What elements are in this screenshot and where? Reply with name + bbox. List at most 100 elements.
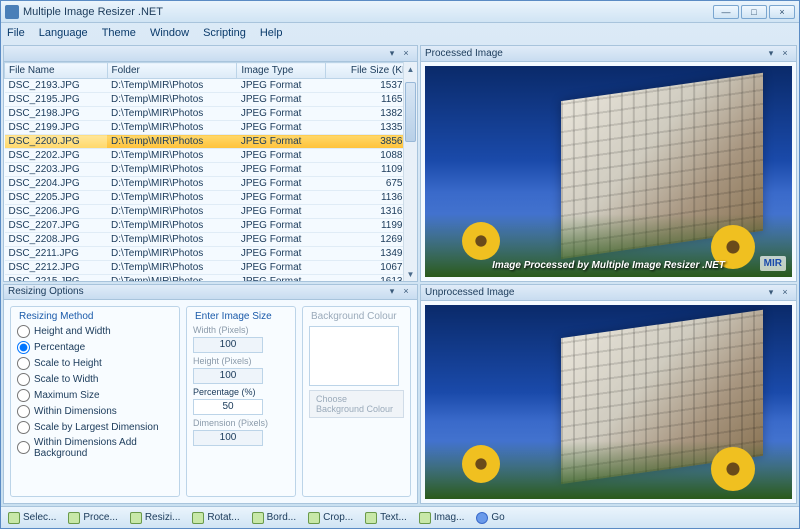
- content-area: ▾ × File Name Folder Image Type File Siz…: [1, 43, 799, 506]
- tab-icon: [308, 512, 320, 524]
- group-bg-title: Background Colour: [309, 311, 404, 322]
- dimension-input[interactable]: 100: [193, 430, 263, 446]
- group-method-title: Resizing Method: [17, 311, 173, 322]
- table-row[interactable]: DSC_2208.JPGD:\Temp\MIR\PhotosJPEG Forma…: [5, 233, 417, 247]
- tab-icon: [192, 512, 204, 524]
- bg-swatch: [309, 326, 399, 386]
- tab-icon: [68, 512, 80, 524]
- toolbar-tab[interactable]: Text...: [362, 511, 410, 525]
- panel-close-icon[interactable]: ×: [778, 48, 792, 60]
- percent-label: Percentage (%): [193, 387, 289, 397]
- table-row[interactable]: DSC_2200.JPGD:\Temp\MIR\PhotosJPEG Forma…: [5, 135, 417, 149]
- file-table: File Name Folder Image Type File Size (K…: [4, 62, 417, 281]
- panel-pin-icon[interactable]: ▾: [764, 48, 778, 60]
- processed-image: Image Processed by Multiple Image Resize…: [425, 66, 792, 277]
- resizing-title: Resizing Options: [8, 286, 84, 297]
- scroll-up-icon[interactable]: ▲: [404, 62, 417, 76]
- resize-method-radio[interactable]: Scale to Height: [17, 357, 173, 370]
- table-row[interactable]: DSC_2207.JPGD:\Temp\MIR\PhotosJPEG Forma…: [5, 219, 417, 233]
- toolbar-tab[interactable]: Crop...: [305, 511, 356, 525]
- menu-file[interactable]: File: [7, 27, 25, 39]
- menu-theme[interactable]: Theme: [102, 27, 136, 39]
- panel-processed: Processed Image ▾ × Image Processed by M…: [420, 45, 797, 282]
- panel-resizing: Resizing Options ▾ × Resizing Method Hei…: [3, 284, 418, 504]
- resize-method-radio[interactable]: Maximum Size: [17, 389, 173, 402]
- resize-method-radio[interactable]: Percentage: [17, 341, 173, 354]
- resize-method-radio[interactable]: Scale to Width: [17, 373, 173, 386]
- percent-input[interactable]: 50: [193, 399, 263, 415]
- table-row[interactable]: DSC_2206.JPGD:\Temp\MIR\PhotosJPEG Forma…: [5, 205, 417, 219]
- window-title: Multiple Image Resizer .NET: [23, 6, 163, 18]
- resize-method-radio[interactable]: Within Dimensions Add Background: [17, 437, 173, 459]
- bottom-toolbar: Selec... Proce... Resizi... Rotat... Bord...…: [1, 506, 799, 528]
- table-row[interactable]: DSC_2204.JPGD:\Temp\MIR\PhotosJPEG Forma…: [5, 177, 417, 191]
- group-image-size: Enter Image Size Width (Pixels) 100 Heigh…: [186, 306, 296, 497]
- table-row[interactable]: DSC_2195.JPGD:\Temp\MIR\PhotosJPEG Forma…: [5, 93, 417, 107]
- minimize-button[interactable]: —: [713, 5, 739, 19]
- toolbar-tab[interactable]: Resizi...: [127, 511, 184, 525]
- panel-pin-icon[interactable]: ▾: [385, 286, 399, 298]
- filelist-scrollbar[interactable]: ▲ ▼: [403, 62, 417, 281]
- menu-scripting[interactable]: Scripting: [203, 27, 246, 39]
- height-input[interactable]: 100: [193, 368, 263, 384]
- menubar: File Language Theme Window Scripting Hel…: [1, 23, 799, 43]
- maximize-button[interactable]: □: [741, 5, 767, 19]
- tab-icon: [130, 512, 142, 524]
- panel-close-icon[interactable]: ×: [399, 286, 413, 298]
- go-icon: [476, 512, 488, 524]
- panel-filelist: ▾ × File Name Folder Image Type File Siz…: [3, 45, 418, 282]
- toolbar-tab[interactable]: Bord...: [249, 511, 299, 525]
- table-row[interactable]: DSC_2203.JPGD:\Temp\MIR\PhotosJPEG Forma…: [5, 163, 417, 177]
- filelist-scroll[interactable]: File Name Folder Image Type File Size (K…: [4, 62, 417, 281]
- menu-window[interactable]: Window: [150, 27, 189, 39]
- table-row[interactable]: DSC_2202.JPGD:\Temp\MIR\PhotosJPEG Forma…: [5, 149, 417, 163]
- col-folder[interactable]: Folder: [107, 63, 237, 79]
- col-type[interactable]: Image Type: [237, 63, 326, 79]
- dimension-label: Dimension (Pixels): [193, 418, 289, 428]
- resize-method-radio[interactable]: Scale by Largest Dimension: [17, 421, 173, 434]
- table-row[interactable]: DSC_2193.JPGD:\Temp\MIR\PhotosJPEG Forma…: [5, 79, 417, 93]
- tab-icon: [419, 512, 431, 524]
- go-button[interactable]: Go: [473, 511, 507, 525]
- group-resizing-method: Resizing Method Height and Width Percenta…: [10, 306, 180, 497]
- resize-method-radio[interactable]: Within Dimensions: [17, 405, 173, 418]
- watermark-text: Image Processed by Multiple Image Resize…: [425, 260, 792, 271]
- group-background-colour: Background Colour Choose Background Colo…: [302, 306, 411, 497]
- mir-logo: MIR: [760, 256, 786, 271]
- toolbar-tab[interactable]: Proce...: [65, 511, 120, 525]
- width-input[interactable]: 100: [193, 337, 263, 353]
- table-row[interactable]: DSC_2199.JPGD:\Temp\MIR\PhotosJPEG Forma…: [5, 121, 417, 135]
- app-icon: [5, 5, 19, 19]
- panel-close-icon[interactable]: ×: [399, 48, 413, 60]
- filelist-header: ▾ ×: [4, 46, 417, 62]
- table-row[interactable]: DSC_2198.JPGD:\Temp\MIR\PhotosJPEG Forma…: [5, 107, 417, 121]
- toolbar-tab[interactable]: Rotat...: [189, 511, 242, 525]
- scroll-down-icon[interactable]: ▼: [404, 267, 417, 281]
- panel-close-icon[interactable]: ×: [778, 287, 792, 299]
- panel-pin-icon[interactable]: ▾: [385, 48, 399, 60]
- unprocessed-image: [425, 305, 792, 499]
- menu-language[interactable]: Language: [39, 27, 88, 39]
- table-row[interactable]: DSC_2211.JPGD:\Temp\MIR\PhotosJPEG Forma…: [5, 247, 417, 261]
- panel-pin-icon[interactable]: ▾: [764, 287, 778, 299]
- app-window: Multiple Image Resizer .NET — □ × File L…: [0, 0, 800, 529]
- menu-help[interactable]: Help: [260, 27, 283, 39]
- scroll-thumb[interactable]: [405, 82, 416, 142]
- width-label: Width (Pixels): [193, 325, 289, 335]
- choose-bg-button[interactable]: Choose Background Colour: [309, 390, 404, 418]
- processed-title: Processed Image: [425, 48, 503, 59]
- toolbar-tab[interactable]: Imag...: [416, 511, 468, 525]
- toolbar-tab[interactable]: Selec...: [5, 511, 59, 525]
- table-row[interactable]: DSC_2215.JPGD:\Temp\MIR\PhotosJPEG Forma…: [5, 275, 417, 282]
- group-size-title: Enter Image Size: [193, 311, 289, 322]
- height-label: Height (Pixels): [193, 356, 289, 366]
- titlebar[interactable]: Multiple Image Resizer .NET — □ ×: [1, 1, 799, 23]
- tab-icon: [365, 512, 377, 524]
- close-button[interactable]: ×: [769, 5, 795, 19]
- tab-icon: [252, 512, 264, 524]
- table-row[interactable]: DSC_2212.JPGD:\Temp\MIR\PhotosJPEG Forma…: [5, 261, 417, 275]
- col-filename[interactable]: File Name: [5, 63, 108, 79]
- table-row[interactable]: DSC_2205.JPGD:\Temp\MIR\PhotosJPEG Forma…: [5, 191, 417, 205]
- resize-method-radio[interactable]: Height and Width: [17, 325, 173, 338]
- unprocessed-title: Unprocessed Image: [425, 287, 515, 298]
